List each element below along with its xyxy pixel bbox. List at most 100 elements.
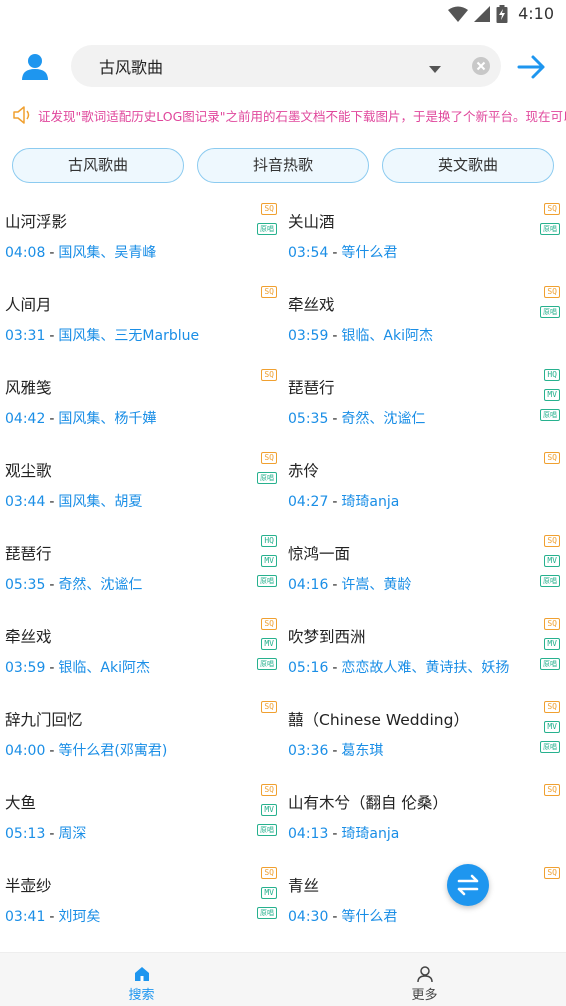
tag-chip[interactable]: 英文歌曲 (382, 148, 554, 183)
quality-badge: MV (261, 804, 277, 816)
song-item[interactable]: 牵丝戏 03:59- 银临、Aki阿杰 SQ MV 原唱 (0, 612, 283, 695)
song-item[interactable]: 囍（Chinese Wedding） 03:36- 葛东琪 SQ MV 原唱 (283, 695, 566, 778)
quality-badges: SQ (544, 784, 560, 804)
quality-badges: SQ (261, 369, 277, 389)
quality-badge: MV (544, 389, 560, 401)
song-item[interactable]: 山有木兮（翻自 伦桑） 04:13- 琦琦anja SQ (283, 778, 566, 861)
quality-badge: SQ (261, 701, 277, 713)
quality-badge: 原唱 (540, 223, 560, 235)
song-duration: 03:36 (288, 743, 329, 759)
quality-badge: SQ (544, 452, 560, 464)
song-duration: 04:16 (288, 577, 329, 593)
song-meta: 05:35- 奇然、沈谧仁 (5, 574, 142, 594)
song-item[interactable]: 观尘歌 03:44- 国风集、胡夏 SQ 原唱 (0, 446, 283, 529)
song-title: 惊鸿一面 (288, 545, 351, 563)
quality-badges: SQ 原唱 (540, 286, 560, 326)
song-item[interactable]: 辞九门回忆 04:00- 等什么君(邓寓君) SQ (0, 695, 283, 778)
quality-badges: SQ MV 原唱 (257, 618, 277, 678)
wifi-icon (448, 6, 469, 22)
song-meta: 04:42- 国风集、杨千嬅 (5, 408, 156, 428)
quality-badge: 原唱 (257, 575, 277, 587)
song-artists: 国风集、胡夏 (58, 494, 143, 510)
song-duration: 03:59 (5, 660, 46, 676)
quality-badge: MV (261, 887, 277, 899)
song-item[interactable]: 牵丝戏 03:59- 银临、Aki阿杰 SQ 原唱 (283, 280, 566, 363)
song-item[interactable]: 山河浮影 04:08- 国风集、吴青峰 SQ 原唱 (0, 197, 283, 280)
song-item[interactable]: 风雅笺 04:42- 国风集、杨千嬅 SQ (0, 363, 283, 446)
nav-item-search[interactable]: 搜索 (0, 953, 283, 1006)
nav-item-more[interactable]: 更多 (283, 953, 566, 1006)
song-item[interactable]: 人间月 03:31- 国风集、三无Marblue SQ (0, 280, 283, 363)
tag-chip[interactable]: 古风歌曲 (12, 148, 184, 183)
song-duration: 05:16 (288, 660, 329, 676)
song-meta: 03:44- 国风集、胡夏 (5, 491, 142, 511)
song-item[interactable]: 琵琶行 05:35- 奇然、沈谧仁 HQ MV 原唱 (0, 529, 283, 612)
quality-badge: SQ (544, 286, 560, 298)
meta-separator: - (332, 826, 338, 842)
search-box (71, 45, 501, 87)
quality-badge: MV (261, 555, 277, 567)
quality-badge: SQ (544, 867, 560, 879)
quality-badges: SQ (544, 867, 560, 887)
song-item[interactable]: 赤伶 04:27- 琦琦anja SQ (283, 446, 566, 529)
nav-label-search: 搜索 (128, 988, 155, 1003)
song-item[interactable]: 惊鸿一面 04:16- 许嵩、黄龄 SQ MV 原唱 (283, 529, 566, 612)
quality-badge: SQ (261, 203, 277, 215)
meta-separator: - (332, 660, 338, 676)
signal-icon (474, 5, 491, 22)
song-meta: 03:41- 刘珂矣 (5, 906, 100, 926)
song-duration: 03:44 (5, 494, 46, 510)
bottom-nav: 搜索 更多 (0, 952, 566, 1006)
song-artists: 等什么君(邓寓君) (58, 743, 168, 759)
meta-separator: - (332, 411, 338, 427)
song-duration: 04:27 (288, 494, 329, 510)
swap-button[interactable] (447, 864, 489, 906)
song-meta: 05:35- 奇然、沈谧仁 (288, 408, 425, 428)
song-item[interactable]: 关山酒 03:54- 等什么君 SQ 原唱 (283, 197, 566, 280)
song-item[interactable]: 琵琶行 05:35- 奇然、沈谧仁 HQ MV 原唱 (283, 363, 566, 446)
quality-badge: 原唱 (257, 472, 277, 484)
tag-list: 古风歌曲 抖音热歌 英文歌曲 (0, 146, 566, 186)
song-artists: 国风集、吴青峰 (58, 245, 157, 261)
quality-badges: SQ 原唱 (257, 452, 277, 492)
quality-badge: 原唱 (540, 741, 560, 753)
song-artists: 国风集、杨千嬅 (58, 411, 157, 427)
quality-badge: 原唱 (540, 409, 560, 421)
meta-separator: - (332, 909, 338, 925)
search-input[interactable] (99, 54, 419, 78)
dropdown-arrow-icon[interactable] (427, 60, 443, 73)
quality-badge: 原唱 (257, 223, 277, 235)
quality-badges: SQ MV 原唱 (257, 784, 277, 844)
clear-icon[interactable] (471, 56, 491, 76)
song-title: 牵丝戏 (5, 628, 52, 646)
quality-badge: MV (261, 638, 277, 650)
song-duration: 05:35 (5, 577, 46, 593)
song-item[interactable]: 青丝 04:30- 等什么君 SQ (283, 861, 566, 944)
meta-separator: - (332, 245, 338, 261)
song-title: 山河浮影 (5, 213, 68, 231)
song-meta: 04:00- 等什么君(邓寓君) (5, 740, 167, 760)
quality-badges: SQ (261, 286, 277, 306)
song-meta: 04:30- 等什么君 (288, 906, 397, 926)
song-item[interactable]: 吹梦到西洲 05:16- 恋恋故人难、黄诗扶、妖扬 SQ MV 原唱 (283, 612, 566, 695)
song-meta: 03:54- 等什么君 (288, 242, 397, 262)
quality-badges: SQ 原唱 (540, 203, 560, 243)
arrow-right-icon[interactable] (514, 50, 548, 84)
status-icons: 4:10 (448, 4, 554, 23)
song-title: 牵丝戏 (288, 296, 335, 314)
song-item[interactable]: 半壶纱 03:41- 刘珂矣 SQ MV 原唱 (0, 861, 283, 944)
song-artists: 国风集、三无Marblue (58, 328, 200, 344)
search-row (0, 40, 566, 96)
song-meta: 04:08- 国风集、吴青峰 (5, 242, 156, 262)
quality-badge: 原唱 (540, 658, 560, 670)
song-duration: 05:35 (288, 411, 329, 427)
song-title: 山有木兮（翻自 伦桑） (288, 794, 448, 812)
meta-separator: - (49, 826, 55, 842)
user-avatar-icon[interactable] (18, 50, 52, 84)
meta-separator: - (332, 494, 338, 510)
meta-separator: - (49, 660, 55, 676)
song-item[interactable]: 大鱼 05:13- 周深 SQ MV 原唱 (0, 778, 283, 861)
tag-chip[interactable]: 抖音热歌 (197, 148, 369, 183)
quality-badge: SQ (261, 369, 277, 381)
song-artists: 奇然、沈谧仁 (341, 411, 426, 427)
